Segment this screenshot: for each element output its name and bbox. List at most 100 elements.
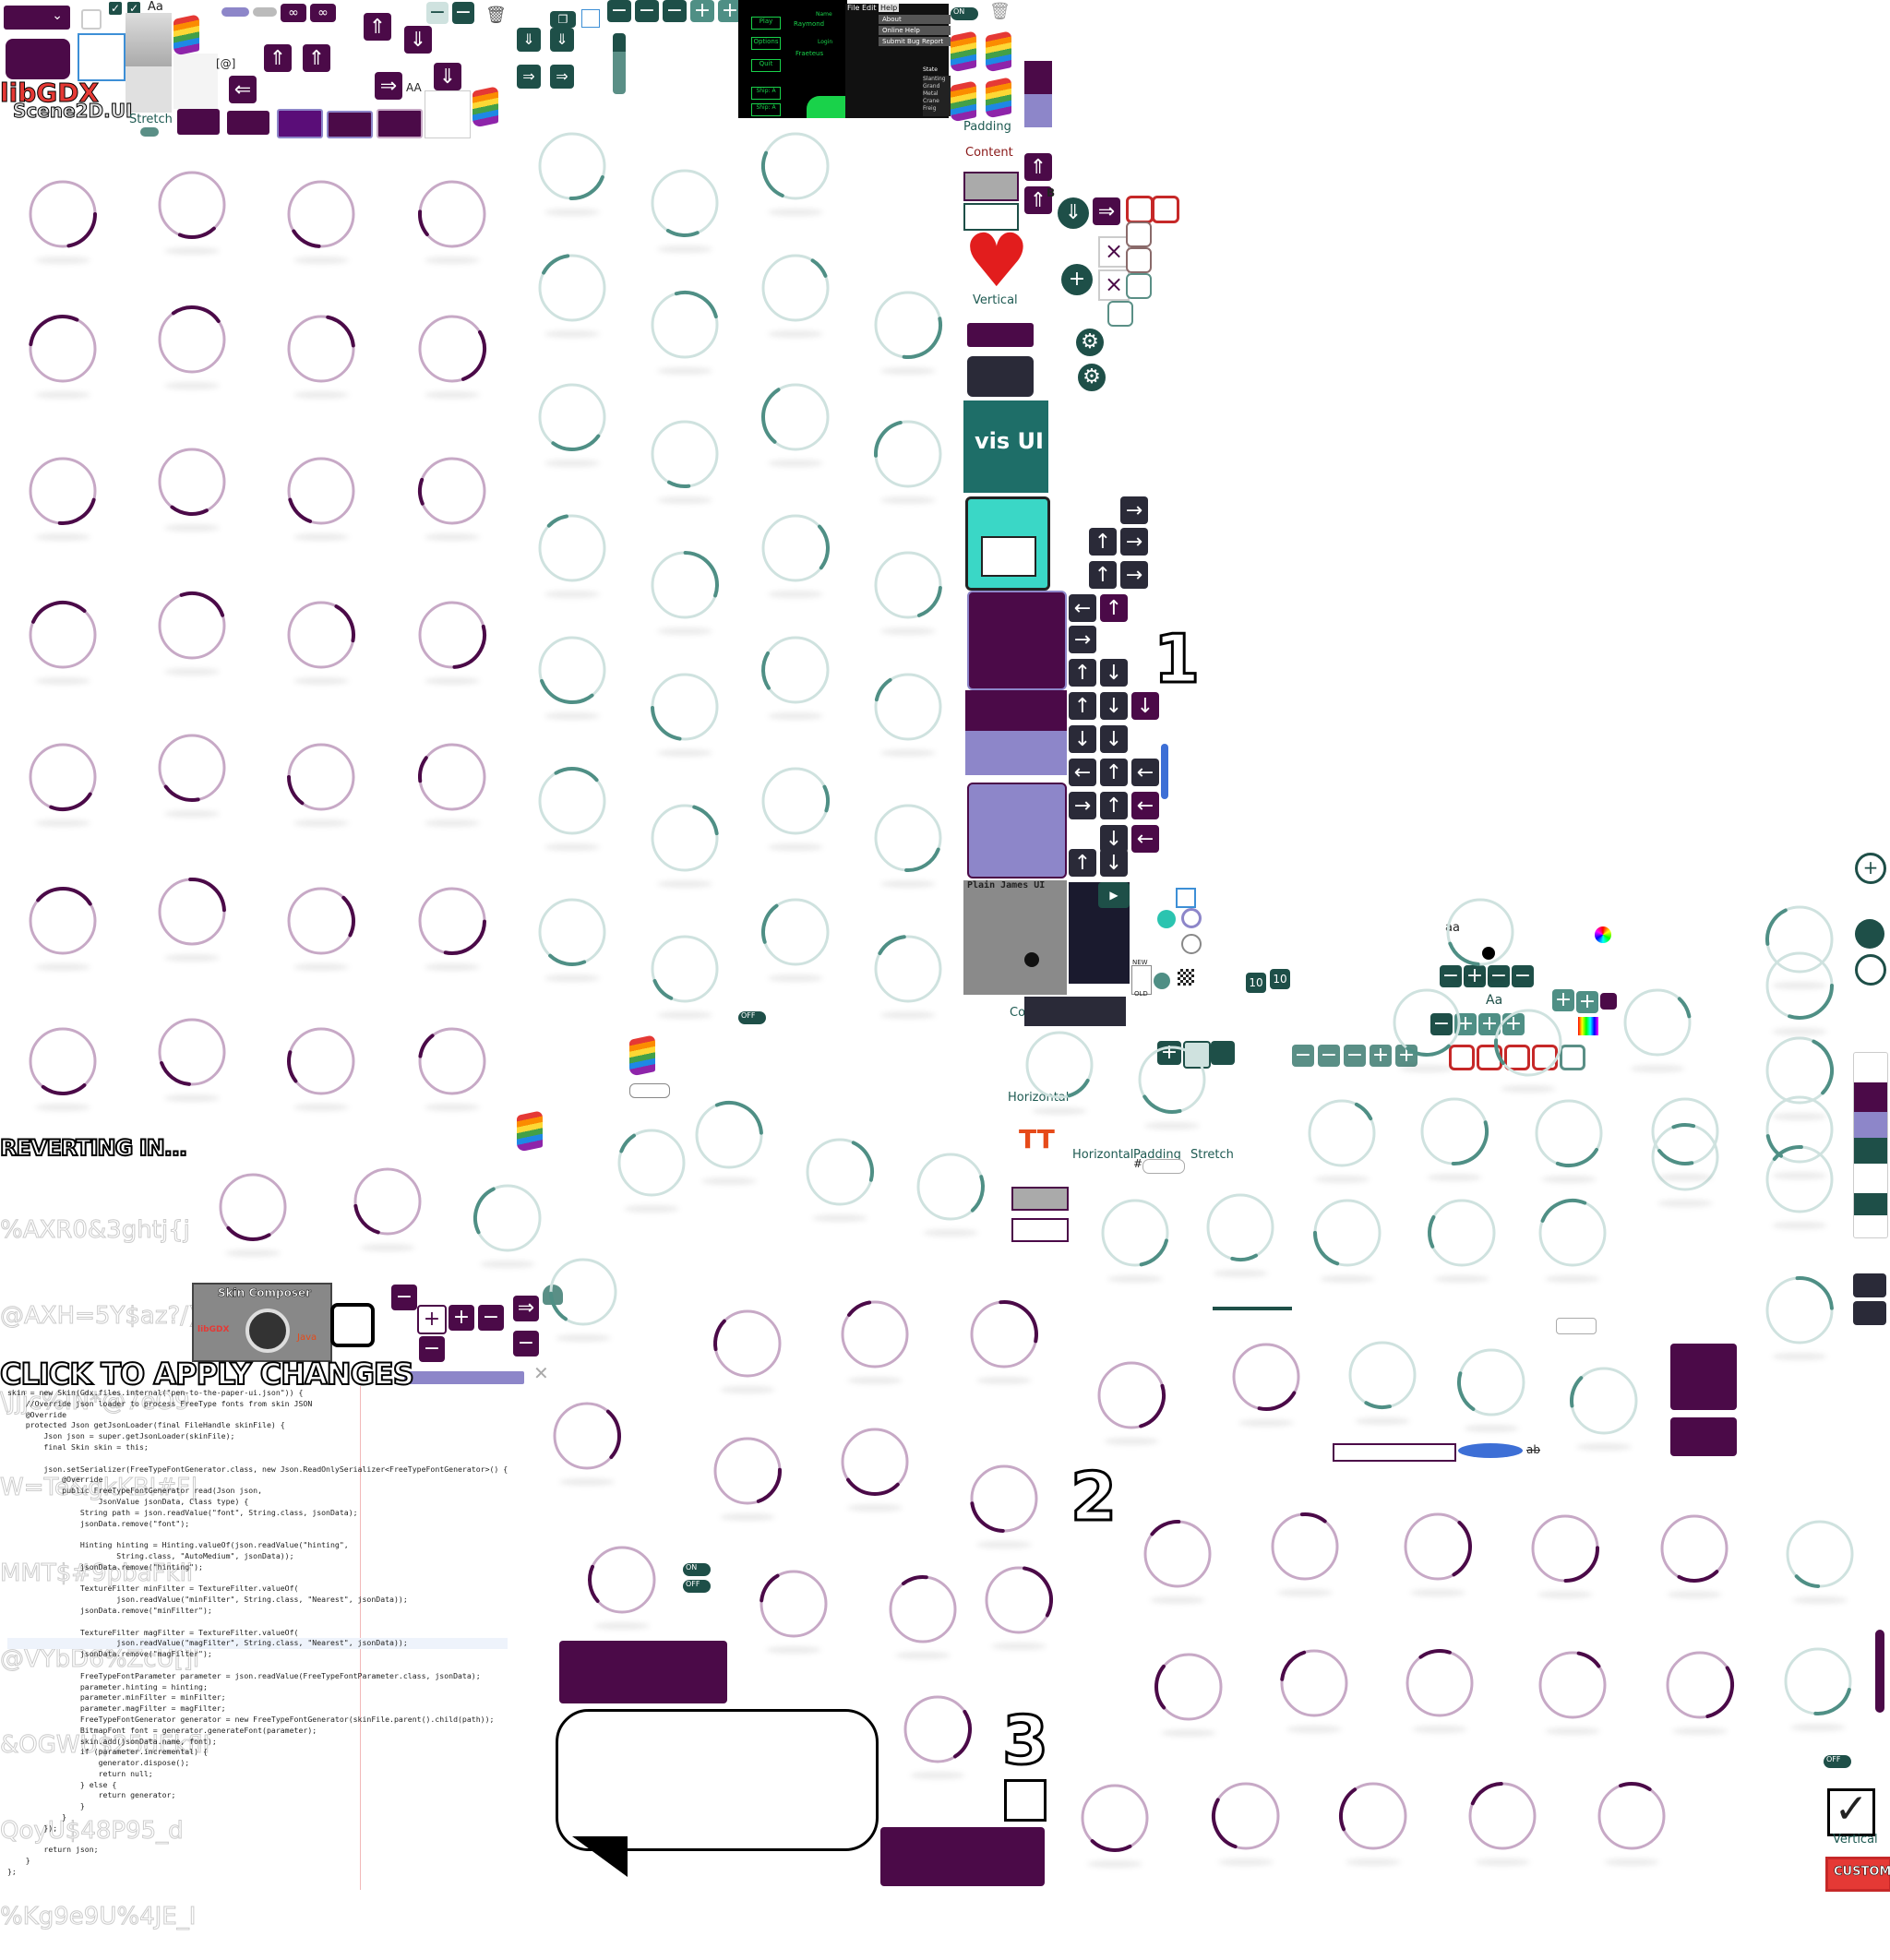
menu-item-about[interactable]: About [879, 15, 951, 24]
arrow-right-button-teal[interactable]: ⇒ [517, 65, 541, 89]
plus-button-purple-a[interactable]: + [417, 1305, 447, 1334]
select-box-purple[interactable]: ⌄ [4, 6, 70, 30]
menu-item-online-help[interactable]: Online Help [879, 26, 951, 35]
download-round-button[interactable]: ⇓ [1058, 197, 1089, 229]
plus-teal-4[interactable]: + [1454, 1013, 1477, 1035]
toggle-on[interactable]: ON [951, 7, 978, 20]
arrow-up-dark-2[interactable]: ↑ [1089, 561, 1117, 589]
arrow-down-dark-4[interactable]: ↓ [1100, 725, 1128, 753]
plus-teal-3[interactable]: + [1576, 991, 1598, 1013]
minus-teal-4[interactable]: − [1430, 1013, 1453, 1035]
arrow-right-button-teal-2[interactable]: ⇒ [550, 65, 574, 89]
window-restore-button[interactable]: ❐ [550, 11, 576, 28]
text-field-wide[interactable] [1333, 1443, 1456, 1462]
arrow-right-dark-5[interactable]: → [1069, 792, 1096, 819]
minus-teal-1[interactable]: − [1440, 965, 1462, 987]
arrow-down-dark-6[interactable]: ↓ [1100, 849, 1128, 877]
arrow-right-dark-2[interactable]: → [1120, 528, 1148, 556]
menu-help[interactable]: Help [879, 4, 900, 12]
strip-plus-1[interactable]: + [1157, 1041, 1181, 1065]
white-pill-field[interactable] [629, 1083, 670, 1098]
arrow-right-dark-4[interactable]: → [1069, 626, 1096, 653]
options-button[interactable]: Options [751, 37, 781, 50]
strip-box-2[interactable] [1211, 1041, 1235, 1065]
strip-minus-1[interactable]: − [1292, 1045, 1314, 1067]
menu-edit[interactable]: Edit [862, 4, 877, 12]
double-arrow-button[interactable] [221, 7, 249, 17]
strip-plus-3[interactable]: + [1395, 1045, 1418, 1067]
link-icon-button[interactable]: ∞ [281, 4, 306, 22]
arrow-down-button[interactable]: ⇓ [404, 26, 432, 54]
trash-round-button[interactable] [1855, 919, 1884, 949]
state-item[interactable]: Crane [923, 98, 951, 105]
arrow-right-button[interactable]: ⇒ [375, 72, 402, 100]
link-icon-button-2[interactable]: ∞ [310, 4, 336, 22]
trash-round-outline[interactable] [1855, 954, 1886, 986]
plus-button[interactable]: ⇓ [517, 28, 541, 52]
strip-minus-3[interactable]: − [1344, 1045, 1366, 1067]
close-icon[interactable]: × [1098, 236, 1130, 268]
arrow-down-button-teal[interactable]: ⇓ [550, 28, 574, 52]
arrow-down-dark-1[interactable]: ↓ [1100, 659, 1128, 687]
state-list[interactable]: Slanting Grand Metal Crane Freig [923, 76, 951, 116]
close-icon-2[interactable]: × [1098, 269, 1130, 301]
minus-button-dark[interactable]: − [452, 2, 474, 24]
arrow-left-purple-2[interactable]: ← [1131, 825, 1159, 853]
play-button[interactable]: Play [751, 17, 781, 30]
strip-box-1[interactable] [1183, 1041, 1211, 1069]
large-checkbox-checked[interactable]: ✓ [1827, 1788, 1875, 1836]
blue-checkbox[interactable] [581, 9, 600, 28]
ship-a-button-2[interactable]: Ship: A [751, 103, 781, 116]
toggle-off-right[interactable]: OFF [1824, 1755, 1851, 1768]
state-item[interactable]: Metal [923, 90, 951, 98]
text-field-small[interactable] [1142, 1159, 1185, 1174]
white-field-purple[interactable] [1011, 1218, 1069, 1242]
arrow-up-dark-5[interactable]: ↑ [1100, 759, 1128, 786]
blue-oval-slider[interactable] [1458, 1443, 1523, 1458]
arrow-down-button-2[interactable]: ⇓ [434, 63, 461, 90]
minus-teal-3[interactable]: − [1512, 965, 1534, 987]
custom-button[interactable]: CUSTOM [1825, 1857, 1890, 1892]
checkbox-checked[interactable]: ✓ [109, 2, 122, 15]
vertical-purple-slider[interactable] [1875, 1630, 1884, 1713]
empty-checkbox-large[interactable] [1004, 1779, 1047, 1822]
arrow-up-dark-3[interactable]: ↑ [1069, 659, 1096, 687]
plus-round-button[interactable]: + [1061, 264, 1093, 295]
quit-button[interactable]: Quit [751, 59, 781, 72]
minus-button-purple-b[interactable]: − [478, 1305, 504, 1331]
plus-circle-icon[interactable]: + [1855, 853, 1886, 884]
minus-button-purple-a[interactable]: − [391, 1285, 417, 1310]
arrow-up-button-3[interactable]: ⇑ [303, 44, 330, 72]
minus-button-purple-c[interactable]: − [419, 1336, 445, 1362]
state-item[interactable]: Slanting [923, 76, 951, 83]
arrow-right-purple-b[interactable]: ⇒ [513, 1296, 539, 1321]
gear-button[interactable]: ⚙ [1076, 329, 1104, 356]
minus-button-teal[interactable]: − [426, 2, 449, 24]
close-icon[interactable]: ✕ [533, 1362, 549, 1384]
gray-button[interactable] [963, 172, 1019, 201]
plus-teal-6[interactable]: + [1502, 1013, 1525, 1035]
scroll-down-button[interactable] [1853, 1301, 1886, 1325]
scroll-up-button[interactable] [1853, 1273, 1886, 1297]
toggle-switch-off[interactable]: OFF [683, 1580, 711, 1593]
arrow-up-purple-1[interactable]: ↑ [1100, 594, 1128, 622]
arrow-left-dark-1[interactable]: ← [1069, 594, 1096, 622]
code-editor[interactable]: skin = new Skin(Gdx.files.internal("pen-… [0, 1386, 556, 1890]
slider-button[interactable] [253, 7, 277, 17]
state-item[interactable]: Freig [923, 105, 951, 113]
arrow-right-button-col[interactable]: ⇒ [1093, 197, 1120, 225]
plus-button-purple-b[interactable]: + [449, 1305, 474, 1331]
slider-track[interactable] [1213, 1307, 1292, 1310]
minus-button-3[interactable]: − [663, 0, 687, 22]
toggle-off-small[interactable]: OFF [738, 1011, 766, 1024]
arrow-down-dark-3[interactable]: ↓ [1069, 725, 1096, 753]
play-button-teal[interactable]: ▶ [1098, 882, 1130, 908]
toggle-switch-on[interactable]: ON [683, 1563, 711, 1576]
state-item[interactable]: Grand [923, 83, 951, 90]
gray-field-purple[interactable] [1011, 1187, 1069, 1211]
select-box-small[interactable] [1556, 1318, 1597, 1334]
arrow-right-dark-1[interactable]: → [1120, 496, 1148, 524]
blue-slider-vertical[interactable] [1161, 744, 1168, 799]
plus-teal-1[interactable]: + [1464, 965, 1486, 987]
arrow-up-dark-1[interactable]: ↑ [1089, 528, 1117, 556]
